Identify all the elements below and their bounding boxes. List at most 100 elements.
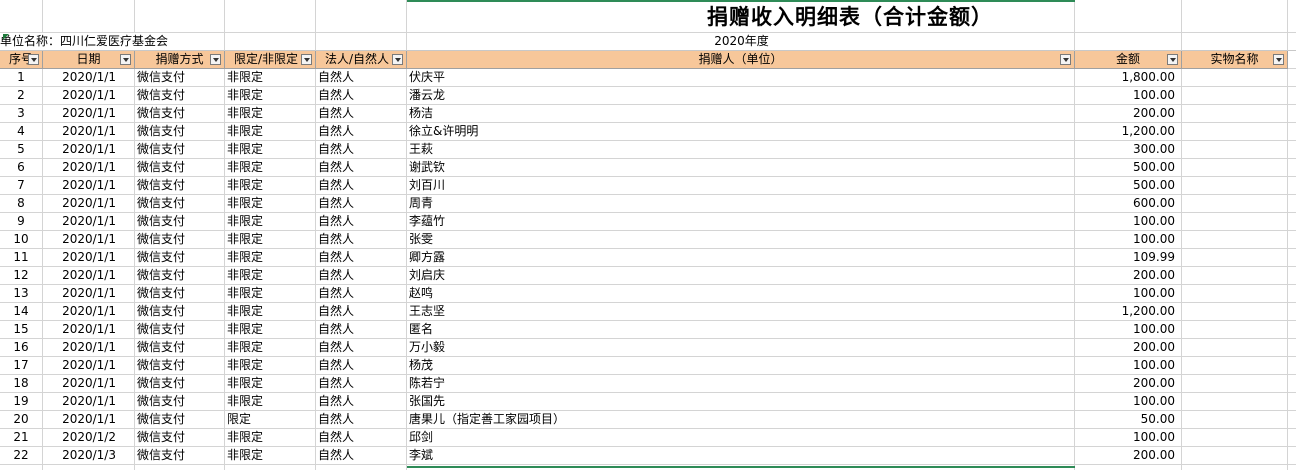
cell-type[interactable]: 自然人 — [316, 69, 407, 87]
cell-seq[interactable]: 6 — [0, 159, 43, 177]
cell-limit[interactable]: 非限定 — [225, 429, 316, 447]
cell-limit[interactable]: 非限定 — [225, 303, 316, 321]
cell-method[interactable]: 微信支付 — [135, 123, 225, 141]
cell-donor[interactable]: 刘百川 — [407, 177, 1075, 195]
cell-amount[interactable]: 50.00 — [1075, 411, 1182, 429]
cell[interactable] — [1182, 321, 1288, 339]
cell[interactable] — [1182, 339, 1288, 357]
cell[interactable] — [1288, 267, 1296, 285]
cell-limit[interactable]: 非限定 — [225, 177, 316, 195]
cell-seq[interactable]: 21 — [0, 429, 43, 447]
cell-type[interactable]: 自然人 — [316, 393, 407, 411]
cell-method[interactable]: 微信支付 — [135, 303, 225, 321]
cell[interactable] — [1288, 303, 1296, 321]
cell-method[interactable]: 微信支付 — [135, 159, 225, 177]
cell[interactable] — [1182, 393, 1288, 411]
filter-dropdown-icon[interactable] — [120, 54, 131, 65]
cell-seq[interactable]: 15 — [0, 321, 43, 339]
cell-amount[interactable]: 200.00 — [1075, 339, 1182, 357]
cell-donor[interactable]: 谢武钦 — [407, 159, 1075, 177]
cell-method[interactable]: 微信支付 — [135, 447, 225, 465]
cell-seq[interactable]: 3 — [0, 105, 43, 123]
cell-amount[interactable]: 100.00 — [1075, 321, 1182, 339]
cell[interactable] — [1182, 69, 1288, 87]
cell-seq[interactable]: 17 — [0, 357, 43, 375]
cell-amount[interactable]: 1,200.00 — [1075, 123, 1182, 141]
cell-method[interactable]: 微信支付 — [135, 141, 225, 159]
cell-seq[interactable]: 5 — [0, 141, 43, 159]
cell-amount[interactable]: 100.00 — [1075, 429, 1182, 447]
cell[interactable] — [225, 0, 316, 33]
cell[interactable] — [1182, 303, 1288, 321]
cell[interactable] — [1288, 393, 1296, 411]
cell-amount[interactable]: 200.00 — [1075, 267, 1182, 285]
cell[interactable] — [1288, 69, 1296, 87]
cell-method[interactable]: 微信支付 — [135, 267, 225, 285]
cell[interactable] — [1288, 213, 1296, 231]
cell-method[interactable] — [135, 465, 225, 470]
cell[interactable] — [1182, 0, 1288, 33]
cell-type[interactable]: 自然人 — [316, 267, 407, 285]
cell[interactable] — [1182, 231, 1288, 249]
cell-type[interactable]: 自然人 — [316, 177, 407, 195]
cell-method[interactable]: 微信支付 — [135, 375, 225, 393]
cell-amount[interactable] — [1075, 465, 1182, 470]
cell-type[interactable]: 自然人 — [316, 87, 407, 105]
cell-amount[interactable]: 500.00 — [1075, 177, 1182, 195]
cell-amount[interactable]: 100.00 — [1075, 357, 1182, 375]
cell[interactable] — [316, 33, 407, 51]
cell-date[interactable]: 2020/1/1 — [43, 339, 135, 357]
cell-type[interactable]: 自然人 — [316, 375, 407, 393]
cell-limit[interactable]: 非限定 — [225, 231, 316, 249]
cell-type[interactable]: 自然人 — [316, 303, 407, 321]
cell-donor[interactable]: 徐立&许明明 — [407, 123, 1075, 141]
cell[interactable] — [1288, 465, 1296, 470]
cell-donor[interactable]: 李斌 — [407, 447, 1075, 465]
cell-limit[interactable]: 非限定 — [225, 213, 316, 231]
cell[interactable] — [43, 0, 135, 33]
cell-type[interactable]: 自然人 — [316, 195, 407, 213]
cell-donor[interactable]: 邱剑 — [407, 429, 1075, 447]
cell-amount[interactable]: 200.00 — [1075, 105, 1182, 123]
cell[interactable] — [1182, 411, 1288, 429]
cell-amount[interactable]: 500.00 — [1075, 159, 1182, 177]
cell-limit[interactable]: 非限定 — [225, 123, 316, 141]
cell-type[interactable]: 自然人 — [316, 141, 407, 159]
cell-amount[interactable]: 100.00 — [1075, 231, 1182, 249]
filter-dropdown-icon[interactable] — [210, 54, 221, 65]
cell-donor[interactable]: 匿名 — [407, 321, 1075, 339]
cell-method[interactable]: 微信支付 — [135, 411, 225, 429]
cell-seq[interactable]: 1 — [0, 69, 43, 87]
cell-amount[interactable]: 100.00 — [1075, 285, 1182, 303]
cell-limit[interactable] — [225, 465, 316, 470]
cell-donor[interactable]: 王志坚 — [407, 303, 1075, 321]
cell-seq[interactable]: 11 — [0, 249, 43, 267]
cell-method[interactable]: 微信支付 — [135, 195, 225, 213]
cell-seq[interactable]: 10 — [0, 231, 43, 249]
cell-amount[interactable]: 200.00 — [1075, 375, 1182, 393]
cell-amount[interactable]: 600.00 — [1075, 195, 1182, 213]
cell[interactable] — [1182, 213, 1288, 231]
filter-dropdown-icon[interactable] — [301, 54, 312, 65]
cell-date[interactable]: 2020/1/1 — [43, 411, 135, 429]
cell-donor[interactable]: 唐果儿（指定善工家园项目） — [407, 411, 1075, 429]
cell[interactable] — [1288, 249, 1296, 267]
cell-limit[interactable]: 非限定 — [225, 249, 316, 267]
header-item[interactable]: 实物名称 — [1182, 51, 1288, 69]
cell-method[interactable]: 微信支付 — [135, 321, 225, 339]
cell-date[interactable]: 2020/1/1 — [43, 285, 135, 303]
cell[interactable] — [1075, 33, 1182, 51]
cell-date[interactable]: 2020/1/2 — [43, 429, 135, 447]
cell[interactable] — [1182, 141, 1288, 159]
cell-amount[interactable]: 1,200.00 — [1075, 303, 1182, 321]
cell-amount[interactable]: 1,800.00 — [1075, 69, 1182, 87]
cell-method[interactable]: 微信支付 — [135, 249, 225, 267]
cell-date[interactable]: 2020/1/1 — [43, 303, 135, 321]
cell-donor[interactable]: 李蕴竹 — [407, 213, 1075, 231]
header-seq[interactable]: 序号 — [0, 51, 43, 69]
cell-type[interactable]: 自然人 — [316, 285, 407, 303]
cell[interactable] — [1288, 357, 1296, 375]
header-type[interactable]: 法人/自然人 — [316, 51, 407, 69]
cell-date[interactable]: 2020/1/1 — [43, 177, 135, 195]
cell-type[interactable]: 自然人 — [316, 231, 407, 249]
